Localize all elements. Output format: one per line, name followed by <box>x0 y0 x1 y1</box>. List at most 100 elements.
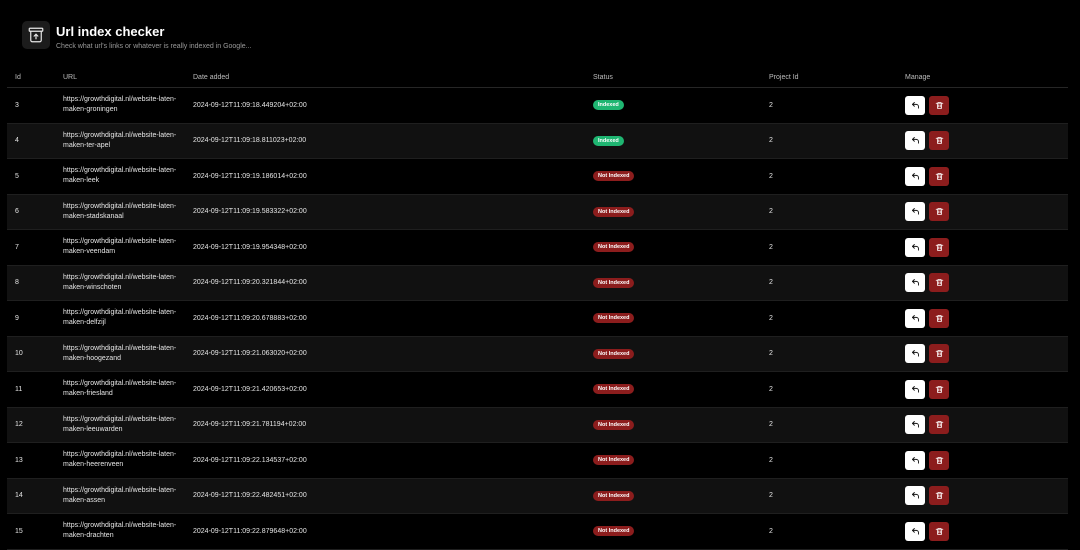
cell-url: https://growthdigital.nl/website-laten-m… <box>63 380 177 398</box>
delete-button[interactable] <box>929 415 949 435</box>
column-header-url: URL <box>63 74 78 81</box>
cell-date-added: 2024-09-12T11:09:20.678883+02:00 <box>193 314 307 322</box>
recheck-button[interactable] <box>905 237 925 257</box>
cell-date-added: 2024-09-12T11:09:22.134537+02:00 <box>193 456 307 464</box>
undo-arrow-icon <box>911 420 920 429</box>
delete-button[interactable] <box>929 273 949 293</box>
undo-arrow-icon <box>911 278 920 287</box>
manage-actions <box>905 95 1068 115</box>
table-body: 3 https://growthdigital.nl/website-laten-… <box>7 88 1068 550</box>
undo-arrow-icon <box>911 349 920 358</box>
cell-url: https://growthdigital.nl/website-laten-m… <box>63 273 177 291</box>
trash-icon <box>935 456 944 465</box>
cell-id: 10 <box>15 350 23 358</box>
column-header-status: Status <box>593 74 613 81</box>
manage-actions <box>905 415 1068 435</box>
cell-project-id: 2 <box>769 208 773 216</box>
table-row: 3 https://growthdigital.nl/website-laten-… <box>7 88 1068 124</box>
recheck-button[interactable] <box>905 131 925 151</box>
delete-button[interactable] <box>929 344 949 364</box>
table-row: 12 https://growthdigital.nl/website-laten… <box>7 407 1068 443</box>
status-badge: Indexed <box>593 135 624 146</box>
page-header: Url index checker Check what url's links… <box>22 21 251 52</box>
trash-icon <box>935 491 944 500</box>
cell-project-id: 2 <box>769 172 773 180</box>
manage-actions <box>905 521 1068 541</box>
cell-date-added: 2024-09-12T11:09:19.186014+02:00 <box>193 172 307 180</box>
recheck-button[interactable] <box>905 379 925 399</box>
table-row: 5 https://growthdigital.nl/website-laten-… <box>7 159 1068 195</box>
delete-button[interactable] <box>929 166 949 186</box>
cell-project-id: 2 <box>769 101 773 109</box>
table-row: 4 https://growthdigital.nl/website-laten-… <box>7 123 1068 159</box>
cell-date-added: 2024-09-12T11:09:20.321844+02:00 <box>193 279 307 287</box>
delete-button[interactable] <box>929 95 949 115</box>
cell-url: https://growthdigital.nl/website-laten-m… <box>63 451 177 469</box>
recheck-button[interactable] <box>905 308 925 328</box>
cell-project-id: 2 <box>769 350 773 358</box>
cell-id: 11 <box>15 385 23 393</box>
cell-project-id: 2 <box>769 279 773 287</box>
delete-button[interactable] <box>929 131 949 151</box>
page-subtitle: Check what url's links or whatever is re… <box>56 43 252 50</box>
cell-id: 12 <box>15 421 23 429</box>
recheck-button[interactable] <box>905 450 925 470</box>
table-header: Id URL Date added Status Project Id Mana… <box>7 68 1068 88</box>
cell-id: 5 <box>15 172 19 180</box>
recheck-button[interactable] <box>905 521 925 541</box>
delete-button[interactable] <box>929 202 949 222</box>
cell-url: https://growthdigital.nl/website-laten-m… <box>63 486 177 504</box>
archive-upload-icon <box>22 21 50 49</box>
undo-arrow-icon <box>911 101 920 110</box>
cell-project-id: 2 <box>769 243 773 251</box>
manage-actions <box>905 450 1068 470</box>
delete-button[interactable] <box>929 486 949 506</box>
cell-id: 14 <box>15 492 23 500</box>
cell-id: 15 <box>15 527 23 535</box>
recheck-button[interactable] <box>905 95 925 115</box>
cell-date-added: 2024-09-12T11:09:19.954348+02:00 <box>193 243 307 251</box>
trash-icon <box>935 243 944 252</box>
status-badge: Not Indexed <box>593 348 635 359</box>
delete-button[interactable] <box>929 450 949 470</box>
undo-arrow-icon <box>911 456 920 465</box>
cell-id: 9 <box>15 314 19 322</box>
undo-arrow-icon <box>911 491 920 500</box>
trash-icon <box>935 101 944 110</box>
undo-arrow-icon <box>911 314 920 323</box>
table-row: 7 https://growthdigital.nl/website-laten-… <box>7 230 1068 266</box>
status-badge: Not Indexed <box>593 313 635 324</box>
undo-arrow-icon <box>911 385 920 394</box>
undo-arrow-icon <box>911 136 920 145</box>
table-row: 15 https://growthdigital.nl/website-laten… <box>7 514 1068 550</box>
cell-date-added: 2024-09-12T11:09:22.879648+02:00 <box>193 527 307 535</box>
manage-actions <box>905 131 1068 151</box>
cell-date-added: 2024-09-12T11:09:19.583322+02:00 <box>193 208 307 216</box>
cell-url: https://growthdigital.nl/website-laten-m… <box>63 415 177 433</box>
cell-date-added: 2024-09-12T11:09:21.063020+02:00 <box>193 350 307 358</box>
recheck-button[interactable] <box>905 486 925 506</box>
cell-project-id: 2 <box>769 492 773 500</box>
recheck-button[interactable] <box>905 273 925 293</box>
undo-arrow-icon <box>911 172 920 181</box>
recheck-button[interactable] <box>905 166 925 186</box>
delete-button[interactable] <box>929 379 949 399</box>
recheck-button[interactable] <box>905 415 925 435</box>
table-row: 10 https://growthdigital.nl/website-laten… <box>7 336 1068 372</box>
undo-arrow-icon <box>911 243 920 252</box>
manage-actions <box>905 273 1068 293</box>
recheck-button[interactable] <box>905 202 925 222</box>
status-badge: Not Indexed <box>593 242 635 253</box>
delete-button[interactable] <box>929 521 949 541</box>
status-badge: Indexed <box>593 100 624 111</box>
delete-button[interactable] <box>929 308 949 328</box>
delete-button[interactable] <box>929 237 949 257</box>
column-header-id: Id <box>15 74 21 81</box>
table-row: 14 https://growthdigital.nl/website-laten… <box>7 478 1068 514</box>
status-badge: Not Indexed <box>593 419 635 430</box>
recheck-button[interactable] <box>905 344 925 364</box>
cell-url: https://growthdigital.nl/website-laten-m… <box>63 344 177 362</box>
manage-actions <box>905 202 1068 222</box>
table-row: 11 https://growthdigital.nl/website-laten… <box>7 372 1068 408</box>
status-badge: Not Indexed <box>593 526 635 537</box>
